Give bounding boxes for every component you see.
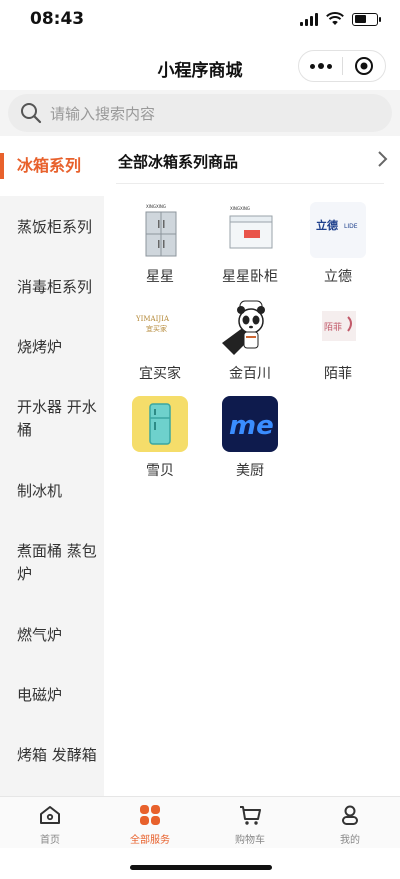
brand-item[interactable]: 立德 LIDE 立德 — [298, 202, 378, 286]
brand-item[interactable]: me 美厨 — [210, 396, 290, 480]
search-icon — [21, 103, 42, 124]
brand-name: 金百川 — [229, 366, 271, 382]
status-time: 08:43 — [30, 9, 85, 29]
svg-text:LIDE: LIDE — [344, 223, 358, 230]
svg-text:me: me — [229, 411, 274, 441]
chest-freezer-icon: XINGXING — [222, 202, 278, 258]
upright-fridge-icon: XINGXING — [132, 202, 188, 258]
tab-all-services[interactable]: 全部服务 — [100, 797, 200, 848]
miniprogram-capsule — [298, 50, 386, 82]
sidebar-item-induction[interactable]: 电磁炉 — [0, 684, 104, 707]
sidebar-item-fridge[interactable]: 冰箱系列 — [0, 136, 104, 196]
svg-text:陌菲: 陌菲 — [324, 321, 342, 333]
panda-chef-icon — [222, 299, 278, 355]
nav-header: 小程序商城 — [0, 44, 400, 90]
tab-profile[interactable]: 我的 — [300, 797, 400, 848]
svg-text:XINGXING: XINGXING — [230, 206, 250, 211]
category-sidebar: 冰箱系列 蒸饭柜系列 消毒柜系列 烧烤炉 开水器 开水桶 制冰机 煮面桶 蒸包炉… — [0, 136, 104, 796]
tab-label: 购物车 — [235, 835, 265, 846]
sidebar-item-rice-steamer[interactable]: 蒸饭柜系列 — [0, 216, 104, 239]
tab-home[interactable]: 首页 — [0, 797, 100, 848]
svg-text:立德: 立德 — [316, 218, 338, 232]
brand-item[interactable]: 陌菲 陌菲 — [298, 299, 378, 383]
brand-name: 宜买家 — [139, 366, 181, 382]
fridge-app-icon — [132, 396, 188, 452]
product-content: 全部冰箱系列商品 XINGXING 星星 XINGXING 星星卧柜 立德 LI… — [104, 136, 400, 796]
sidebar-item-noodle-cooker[interactable]: 煮面桶 蒸包炉 — [0, 540, 104, 586]
sidebar-item-ice-maker[interactable]: 制冰机 — [0, 480, 104, 503]
search-placeholder: 请输入搜索内容 — [50, 104, 156, 123]
tab-cart[interactable]: 购物车 — [200, 797, 300, 848]
search-area: 请输入搜索内容 — [0, 90, 400, 136]
home-icon — [40, 806, 60, 824]
brand-name: 陌菲 — [324, 366, 352, 382]
sidebar-item-gas-stove[interactable]: 燃气炉 — [0, 624, 104, 647]
status-bar: 08:43 — [0, 0, 400, 44]
home-indicator — [130, 865, 272, 870]
svg-text:宜买家: 宜买家 — [146, 324, 167, 333]
search-input[interactable]: 请输入搜索内容 — [8, 94, 392, 132]
category-title: 全部冰箱系列商品 — [118, 153, 239, 171]
brand-name: 立德 — [324, 269, 352, 285]
tab-bar: 首页 全部服务 购物车 我的 — [0, 796, 400, 848]
tab-label: 我的 — [340, 835, 360, 846]
lide-logo-icon: 立德 LIDE — [310, 202, 366, 258]
svg-text:YIMAIJIA: YIMAIJIA — [135, 315, 170, 323]
brand-name: 美厨 — [236, 463, 264, 479]
status-icons — [300, 12, 381, 26]
brand-name: 星星 — [146, 269, 174, 285]
brand-item[interactable]: 雪贝 — [120, 396, 200, 480]
chevron-right-icon — [378, 151, 388, 167]
mofei-logo-icon: 陌菲 — [310, 299, 366, 355]
signal-icon — [300, 12, 318, 26]
grid-icon — [140, 805, 160, 825]
cart-icon — [240, 806, 261, 825]
tab-label: 首页 — [40, 835, 60, 846]
yimaijia-logo-icon: YIMAIJIA 宜买家 — [132, 299, 188, 355]
wifi-icon — [326, 12, 344, 25]
brand-item[interactable]: XINGXING 星星卧柜 — [210, 202, 290, 286]
profile-icon — [342, 805, 358, 825]
brand-item[interactable]: YIMAIJIA 宜买家 宜买家 — [120, 299, 200, 383]
close-miniprogram-icon[interactable] — [343, 51, 385, 81]
sidebar-item-water-boiler[interactable]: 开水器 开水桶 — [0, 396, 104, 442]
brand-name: 雪贝 — [146, 463, 174, 479]
brand-item[interactable]: XINGXING 星星 — [120, 202, 200, 286]
brand-item[interactable]: 金百川 — [210, 299, 290, 383]
more-icon[interactable] — [299, 51, 342, 81]
tab-label: 全部服务 — [130, 835, 170, 846]
sidebar-item-oven[interactable]: 烤箱 发酵箱 — [0, 744, 104, 767]
battery-icon — [352, 12, 381, 26]
category-header[interactable]: 全部冰箱系列商品 — [116, 148, 388, 184]
sidebar-item-grill[interactable]: 烧烤炉 — [0, 336, 104, 359]
sidebar-item-sterilizer[interactable]: 消毒柜系列 — [0, 276, 104, 299]
meichu-logo-icon: me — [222, 396, 278, 452]
brand-name: 星星卧柜 — [222, 269, 278, 285]
svg-text:XINGXING: XINGXING — [146, 204, 166, 209]
